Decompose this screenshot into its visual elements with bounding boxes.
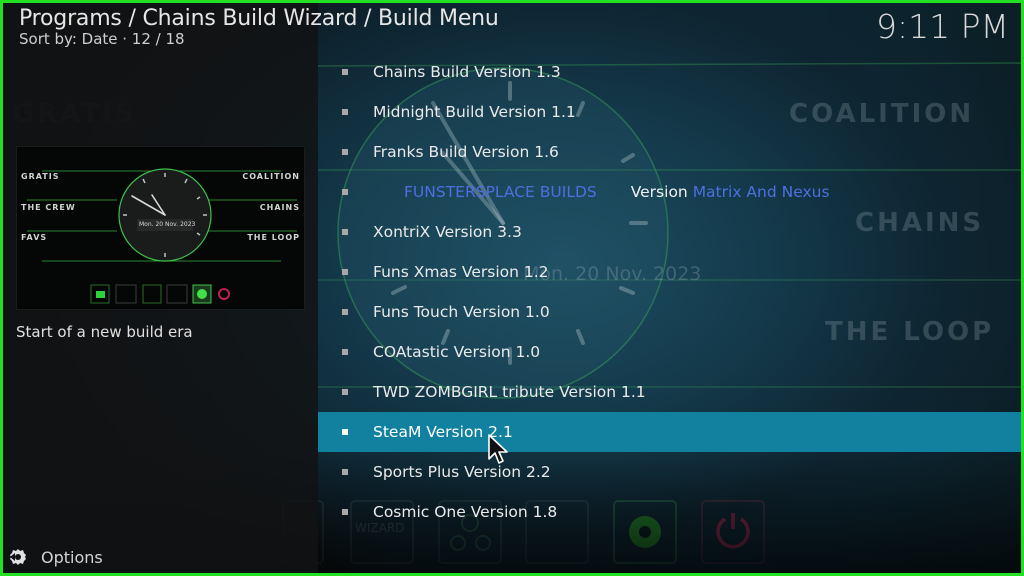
list-item-label-suffix: Matrix And Nexus <box>692 183 830 201</box>
list-item-selected[interactable]: SteaM Version 2.1 <box>318 412 1021 452</box>
thumbnail-date: Mon. 20 Nov. 2023 <box>139 221 196 228</box>
list-item[interactable]: FUNSTERSPLACE BUILDS Version Matrix And N… <box>318 172 1021 212</box>
breadcrumb: Programs / Chains Build Wizard / Build M… <box>19 6 499 31</box>
bullet-icon <box>342 109 348 115</box>
thumbnail-word-the-crew: THE CREW <box>21 203 76 212</box>
list-item[interactable]: Chains Build Version 1.3 <box>318 52 1021 92</box>
bullet-icon <box>342 229 348 235</box>
bullet-icon <box>342 309 348 315</box>
bullet-icon <box>342 269 348 275</box>
options-label: Options <box>41 547 103 567</box>
list-item-label: Midnight Build Version 1.1 <box>373 103 576 121</box>
thumbnail-buttons <box>90 284 230 304</box>
list-item[interactable]: Funs Xmas Version 1.2 <box>318 252 1021 292</box>
list-item-label: XontriX Version 3.3 <box>373 223 522 241</box>
thumbnail-word-chains: CHAINS <box>259 203 300 212</box>
list-item[interactable]: Cosmic One Version 1.8 <box>318 492 1021 532</box>
sort-info[interactable]: Sort by: Date · 12 / 18 <box>19 30 185 48</box>
list-item-label: Funs Xmas Version 1.2 <box>373 263 549 281</box>
list-item-label: Sports Plus Version 2.2 <box>373 463 551 481</box>
list-item[interactable]: Midnight Build Version 1.1 <box>318 92 1021 132</box>
list-item-label-prefix: FUNSTERSPLACE BUILDS <box>404 183 597 201</box>
list-item-label: Chains Build Version 1.3 <box>373 63 561 81</box>
bullet-icon <box>342 469 348 475</box>
bullet-icon <box>342 69 348 75</box>
mouse-cursor-icon <box>488 434 508 464</box>
list-item-label: Funs Touch Version 1.0 <box>373 303 550 321</box>
item-description: Start of a new build era <box>16 323 193 341</box>
bullet-icon <box>342 509 348 515</box>
list-item[interactable]: Sports Plus Version 2.2 <box>318 452 1021 492</box>
bullet-icon <box>342 389 348 395</box>
info-panel: GRATIS THE CREW FAVS COALITION CHAINS TH… <box>3 3 318 573</box>
list-item[interactable]: Funs Touch Version 1.0 <box>318 292 1021 332</box>
options-button[interactable]: Options <box>9 545 103 569</box>
list-item[interactable]: XontriX Version 3.3 <box>318 212 1021 252</box>
list-item-label: Franks Build Version 1.6 <box>373 143 559 161</box>
thumbnail-word-favs: FAVS <box>21 233 48 242</box>
clock: 9:11 PM <box>876 7 1009 46</box>
bullet-icon <box>342 429 348 435</box>
list-item-label-mid: Version <box>630 183 688 201</box>
build-list: Chains Build Version 1.3 Midnight Build … <box>318 52 1021 532</box>
list-item-label: TWD ZOMBGIRL tribute Version 1.1 <box>373 383 646 401</box>
list-item-label: COAtastic Version 1.0 <box>373 343 541 361</box>
thumbnail-word-gratis: GRATIS <box>21 172 60 181</box>
list-item-label: Cosmic One Version 1.8 <box>373 503 558 521</box>
list-item[interactable]: TWD ZOMBGIRL tribute Version 1.1 <box>318 372 1021 412</box>
bullet-icon <box>342 149 348 155</box>
build-thumbnail: GRATIS THE CREW FAVS COALITION CHAINS TH… <box>16 146 305 310</box>
kodi-window: GRATIS COALITION CHAINS THE LOOP Mon. 20… <box>3 3 1021 573</box>
options-gear-icon <box>10 549 26 565</box>
list-item[interactable]: COAtastic Version 1.0 <box>318 332 1021 372</box>
thumbnail-word-the-loop: THE LOOP <box>247 233 300 242</box>
bullet-icon <box>342 349 348 355</box>
list-item-label: FUNSTERSPLACE BUILDS Version Matrix And N… <box>404 183 830 201</box>
bullet-icon <box>342 189 348 195</box>
list-item[interactable]: Franks Build Version 1.6 <box>318 132 1021 172</box>
thumbnail-word-coalition: COALITION <box>242 172 300 181</box>
